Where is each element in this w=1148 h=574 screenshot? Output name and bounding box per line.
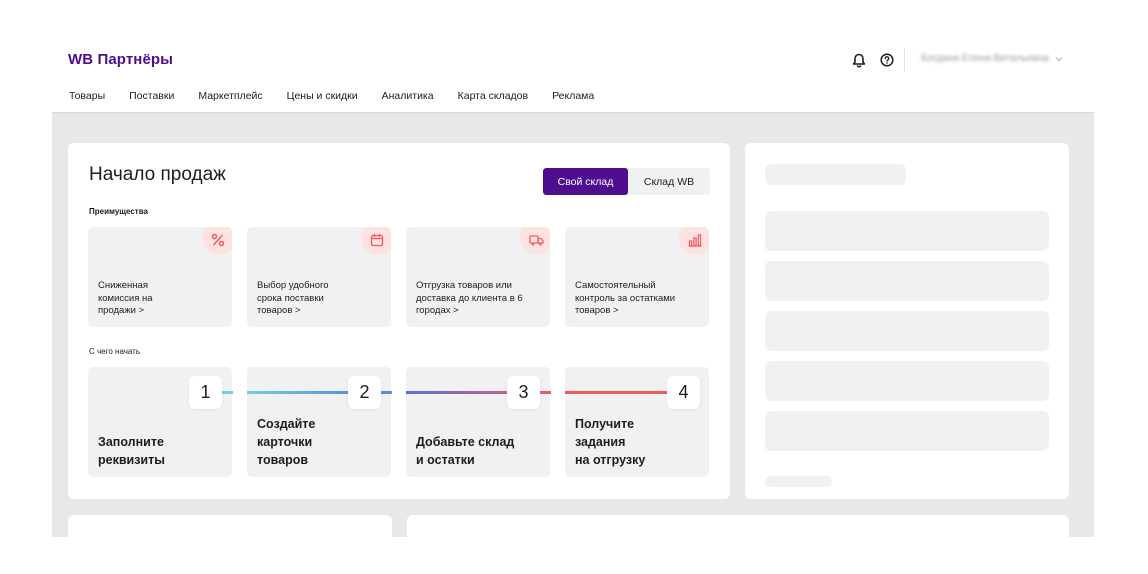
nav-item-supplies[interactable]: Поставки [129, 90, 174, 102]
nav-item-products[interactable]: Товары [69, 90, 105, 102]
step-progress-line [406, 391, 507, 394]
skeleton-row [765, 311, 1049, 351]
truck-icon [520, 227, 550, 255]
start-label: С чего начать [89, 347, 140, 356]
skeleton-row [765, 411, 1049, 451]
calendar-icon [361, 227, 391, 255]
skeleton-footer [765, 476, 832, 487]
step-progress-line [247, 391, 348, 394]
help-icon[interactable] [878, 51, 896, 69]
step-progress-line [221, 391, 233, 394]
step-number: 4 [667, 376, 700, 409]
toggle-wb-warehouse[interactable]: Склад WB [628, 168, 710, 195]
step-text: Заполните реквизиты [98, 435, 165, 467]
advantage-text: Отгрузка товаров или доставка до клиента… [416, 280, 523, 316]
user-name: Богдана Елена Витальевна [921, 53, 1049, 64]
advantage-text: Самостоятельный контроль за остатками то… [575, 280, 676, 316]
nav-item-warehouse-map[interactable]: Карта складов [458, 90, 529, 102]
step-text: Создайте карточки товаров [257, 417, 316, 467]
nav-item-marketplace[interactable]: Маркетплейс [198, 90, 262, 102]
skeleton-row [765, 361, 1049, 401]
app-logo[interactable]: WB Партнёры [68, 51, 173, 68]
skeleton-row [765, 211, 1049, 251]
bar-chart-icon [679, 227, 709, 255]
step-text: Получите задания на отгрузку [575, 417, 646, 467]
header-actions [850, 51, 896, 69]
warehouse-toggle: Свой склад Склад WB [543, 168, 710, 195]
advantage-text: Выбор удобного срока поставки товаров > [257, 280, 329, 316]
nav-item-prices[interactable]: Цены и скидки [287, 90, 358, 102]
user-menu[interactable]: Богдана Елена Витальевна [921, 53, 1063, 64]
step-progress-line [565, 391, 667, 394]
advantage-card-commission[interactable]: Сниженная комиссия на продажи > [88, 227, 232, 327]
main-nav: Товары Поставки Маркетплейс Цены и скидк… [69, 90, 618, 102]
toggle-own-warehouse[interactable]: Свой склад [543, 168, 628, 195]
bell-icon[interactable] [850, 51, 868, 69]
step-number: 2 [348, 376, 381, 409]
step-progress-line [381, 391, 392, 394]
advantage-card-stock-control[interactable]: Самостоятельный контроль за остатками то… [565, 227, 709, 327]
step-text: Добавьте склад и остатки [416, 435, 515, 467]
advantages-label: Преимущества [89, 207, 148, 216]
bottom-card-right [407, 515, 1069, 545]
advantage-card-shipping[interactable]: Отгрузка товаров или доставка до клиента… [406, 227, 550, 327]
advantage-text: Сниженная комиссия на продажи > [98, 280, 153, 316]
step-number: 3 [507, 376, 540, 409]
nav-item-analytics[interactable]: Аналитика [382, 90, 434, 102]
bottom-card-left [68, 515, 392, 545]
step-progress-line [540, 391, 551, 394]
header-divider [904, 48, 905, 72]
step-number: 1 [189, 376, 222, 409]
percent-icon [202, 227, 232, 255]
skeleton-row [765, 261, 1049, 301]
partner-dashboard: WB Партнёры Богдана Елена Витальевна Тов… [0, 0, 1148, 574]
nav-item-ads[interactable]: Реклама [552, 90, 594, 102]
page-title: Начало продаж [89, 164, 226, 185]
advantage-card-delivery-date[interactable]: Выбор удобного срока поставки товаров > [247, 227, 391, 327]
chevron-down-icon [1055, 56, 1063, 61]
skeleton-title [765, 164, 906, 185]
